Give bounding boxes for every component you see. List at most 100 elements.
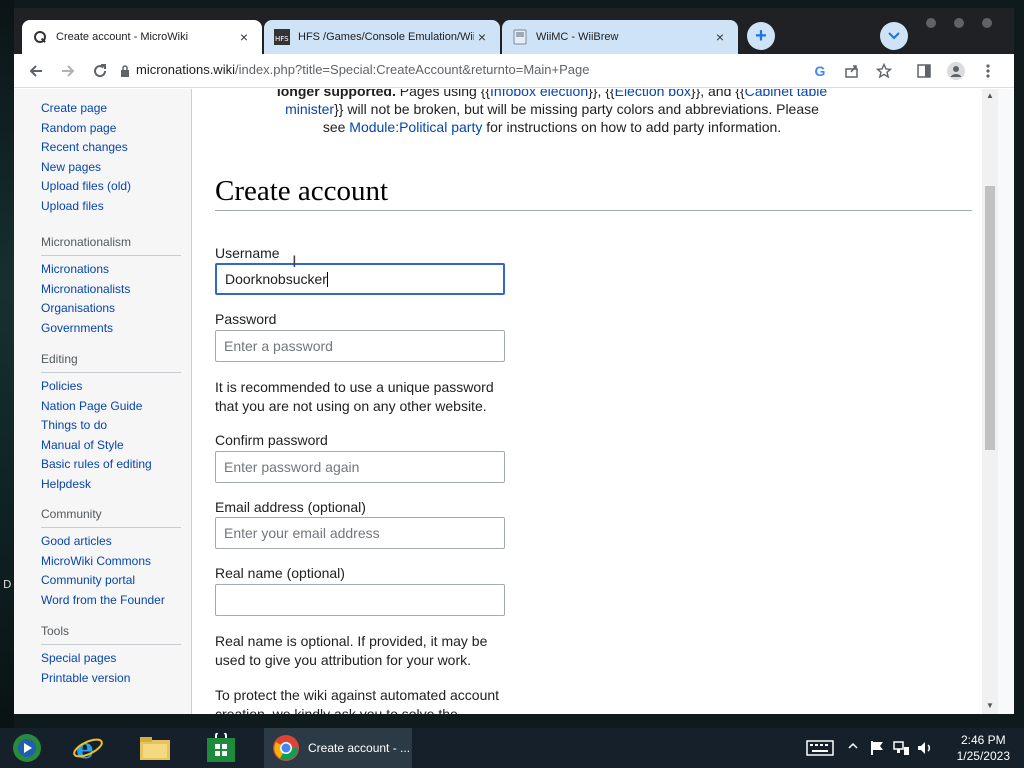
network-icon[interactable] bbox=[892, 739, 910, 760]
taskbar: e Create account - ... 2:46 PM 1/25/2023 bbox=[0, 728, 1024, 768]
wiki-favicon-icon bbox=[32, 29, 48, 45]
tab-hfs[interactable]: HFS HFS /Games/Console Emulation/Wii U/ … bbox=[264, 20, 500, 54]
share-icon bbox=[845, 65, 858, 78]
minimize-button[interactable] bbox=[926, 18, 936, 28]
star-icon bbox=[876, 63, 892, 79]
notice-link-infobox-election[interactable]: Infobox election bbox=[490, 89, 588, 99]
tab-title: WiiMC - WiiBrew bbox=[536, 31, 619, 43]
sidebar-item-governments[interactable]: Governments bbox=[41, 319, 181, 339]
tab-search-button[interactable] bbox=[880, 22, 908, 50]
maximize-button[interactable] bbox=[954, 18, 964, 28]
sidebar-item-upload-files[interactable]: Upload files bbox=[41, 197, 181, 217]
sidebar-item-nation-page-guide[interactable]: Nation Page Guide bbox=[41, 397, 181, 417]
reload-button[interactable] bbox=[89, 60, 111, 82]
sidebar-item-community-portal[interactable]: Community portal bbox=[41, 571, 181, 591]
real-name-label: Real name (optional) bbox=[215, 565, 345, 581]
back-button[interactable] bbox=[25, 60, 47, 82]
profile-button[interactable] bbox=[945, 60, 967, 82]
side-panel-button[interactable] bbox=[913, 60, 935, 82]
bookmark-button[interactable] bbox=[873, 60, 895, 82]
text-caret bbox=[326, 271, 328, 287]
sidebar-item-special-pages[interactable]: Special pages bbox=[41, 649, 181, 669]
sidebar-item-upload-files-old[interactable]: Upload files (old) bbox=[41, 177, 181, 197]
reload-icon bbox=[94, 64, 107, 78]
sidebar-item-random-page[interactable]: Random page bbox=[41, 119, 181, 139]
sidebar-item-microwiki-commons[interactable]: MicroWiki Commons bbox=[41, 552, 181, 572]
internet-explorer-icon[interactable]: e bbox=[71, 731, 105, 765]
tab-close-icon[interactable]: × bbox=[712, 29, 728, 45]
scroll-up-icon[interactable]: ▲ bbox=[986, 91, 994, 100]
scrollbar-thumb[interactable] bbox=[985, 186, 995, 450]
sidebar-item-good-articles[interactable]: Good articles bbox=[41, 532, 181, 552]
back-arrow-icon bbox=[29, 65, 42, 77]
system-clock[interactable]: 2:46 PM 1/25/2023 bbox=[957, 732, 1010, 764]
sidebar-item-printable-version[interactable]: Printable version bbox=[41, 669, 181, 689]
scroll-down-icon[interactable]: ▼ bbox=[986, 701, 994, 710]
sidebar-item-micronations[interactable]: Micronations bbox=[41, 260, 181, 280]
forward-button[interactable] bbox=[57, 60, 79, 82]
sidebar-item-basic-rules[interactable]: Basic rules of editing bbox=[41, 455, 181, 475]
tab-close-icon[interactable]: × bbox=[474, 29, 490, 45]
notice-text: for instructions on how to add party inf… bbox=[482, 119, 782, 135]
keyboard-icon[interactable] bbox=[806, 740, 834, 759]
tab-strip: Create account - MicroWiki × HFS HFS /Ga… bbox=[14, 8, 1014, 54]
sidebar-item-organisations[interactable]: Organisations bbox=[41, 299, 181, 319]
sidebar-item-micronationalists[interactable]: Micronationalists bbox=[41, 280, 181, 300]
sidebar-item-manual-of-style[interactable]: Manual of Style bbox=[41, 436, 181, 456]
title-divider bbox=[215, 210, 972, 211]
sidebar-heading: Micronationalism bbox=[41, 235, 181, 256]
chrome-icon bbox=[272, 734, 300, 762]
username-label: Username bbox=[215, 245, 280, 261]
side-panel-icon bbox=[917, 64, 931, 78]
sidebar-section-editing: Editing Policies Nation Page Guide Thing… bbox=[41, 352, 181, 495]
file-explorer-icon[interactable] bbox=[138, 731, 172, 765]
show-hidden-icons-icon[interactable] bbox=[848, 740, 858, 754]
sidebar-navigation: Create page Random page Recent changes N… bbox=[41, 99, 181, 217]
chevron-down-icon bbox=[888, 32, 900, 40]
tab-close-icon[interactable]: × bbox=[236, 29, 252, 45]
sidebar-item-create-page[interactable]: Create page bbox=[41, 99, 181, 119]
sidebar-item-word-from-founder[interactable]: Word from the Founder bbox=[41, 591, 181, 611]
notice-link-module-political-party[interactable]: Module:Political party bbox=[349, 119, 482, 135]
store-icon[interactable] bbox=[204, 731, 238, 765]
tab-wiimc[interactable]: WiiMC - WiiBrew × bbox=[502, 20, 738, 54]
desktop-edge-letter: D bbox=[3, 578, 12, 591]
notice-text: }}, {{ bbox=[588, 89, 615, 99]
sidebar-item-policies[interactable]: Policies bbox=[41, 377, 181, 397]
hfs-favicon-icon: HFS bbox=[274, 29, 290, 45]
sidebar-heading: Tools bbox=[41, 624, 181, 645]
sidebar-item-things-to-do[interactable]: Things to do bbox=[41, 416, 181, 436]
close-window-button[interactable] bbox=[982, 18, 992, 28]
username-field[interactable]: Doorknobsucker bbox=[215, 263, 505, 295]
sidebar: Create page Random page Recent changes N… bbox=[14, 89, 191, 714]
sidebar-item-new-pages[interactable]: New pages bbox=[41, 158, 181, 178]
real-name-field[interactable] bbox=[215, 584, 505, 616]
main-content: longer supported. Pages using {{Infobox … bbox=[191, 89, 998, 714]
new-tab-button[interactable]: + bbox=[747, 22, 775, 50]
clock-date: 1/25/2023 bbox=[956, 749, 1010, 763]
kebab-menu-icon bbox=[986, 64, 990, 78]
share-button[interactable] bbox=[841, 60, 863, 82]
sidebar-item-recent-changes[interactable]: Recent changes bbox=[41, 138, 181, 158]
tab-create-account[interactable]: Create account - MicroWiki × bbox=[22, 20, 262, 54]
password-field[interactable]: Enter a password bbox=[215, 330, 505, 362]
site-notice: longer supported. Pages using {{Infobox … bbox=[272, 89, 832, 136]
volume-icon[interactable] bbox=[916, 739, 934, 760]
action-center-flag-icon[interactable] bbox=[870, 740, 884, 759]
notice-link-election-box[interactable]: Election box bbox=[615, 89, 691, 99]
browser-toolbar: micronations.wiki/index.php?title=Specia… bbox=[14, 54, 1014, 88]
lock-icon[interactable] bbox=[118, 60, 132, 82]
tab-title: HFS /Games/Console Emulation/Wii U/ bbox=[298, 31, 474, 43]
taskbar-chrome-task[interactable]: Create account - ... bbox=[264, 728, 412, 768]
notice-bold-text: longer supported. bbox=[276, 89, 396, 99]
taskbar-task-label: Create account - ... bbox=[308, 741, 411, 755]
chrome-menu-button[interactable] bbox=[977, 60, 999, 82]
google-lens-icon[interactable]: G bbox=[809, 60, 831, 82]
sidebar-item-helpdesk[interactable]: Helpdesk bbox=[41, 475, 181, 495]
email-field[interactable]: Enter your email address bbox=[215, 517, 505, 549]
confirm-password-field[interactable]: Enter password again bbox=[215, 451, 505, 483]
media-center-icon[interactable] bbox=[10, 731, 44, 765]
page-scrollbar[interactable]: ▲ ▼ bbox=[982, 89, 998, 714]
url-host: micronations.wiki bbox=[136, 62, 235, 77]
address-bar[interactable]: micronations.wiki/index.php?title=Specia… bbox=[136, 62, 589, 77]
